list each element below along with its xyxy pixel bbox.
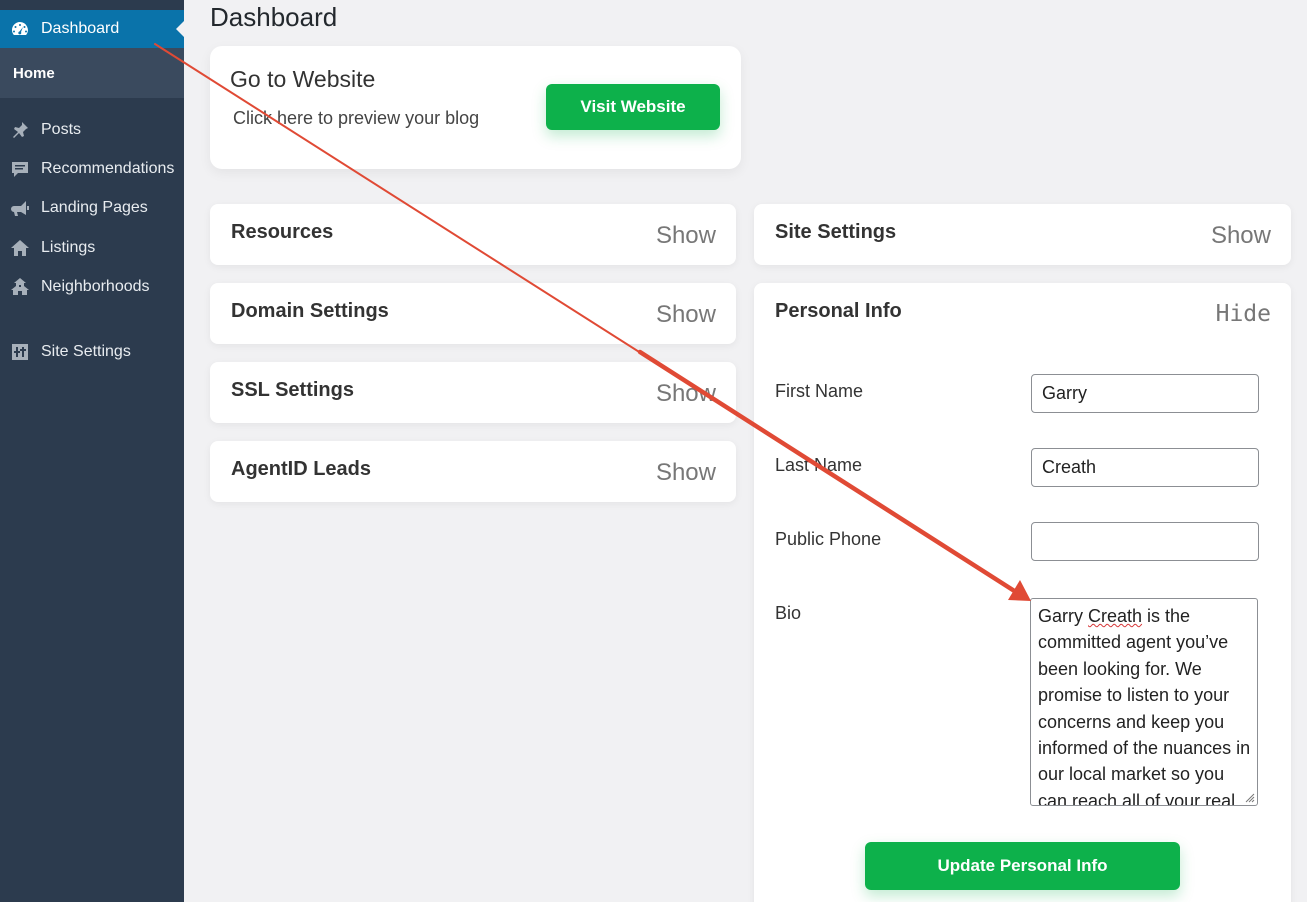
first-name-input[interactable] (1031, 374, 1259, 413)
show-toggle[interactable]: Show (656, 459, 716, 487)
sidebar-submenu: Home (0, 48, 184, 98)
comment-icon (10, 159, 30, 179)
admin-sidebar: Dashboard Home Posts Recommendations Lan… (0, 0, 184, 902)
sidebar-item-label: Neighborhoods (41, 278, 150, 295)
last-name-input[interactable] (1031, 448, 1259, 487)
go-to-website-card: Go to Website Click here to preview your… (210, 46, 741, 169)
public-phone-input[interactable] (1031, 522, 1259, 561)
settings-sliders-icon (10, 342, 30, 362)
panel-title: SSL Settings (231, 379, 354, 401)
bio-label: Bio (775, 603, 802, 623)
sidebar-item-label: Recommendations (41, 160, 175, 177)
sidebar-item-label: Listings (41, 239, 96, 256)
sidebar-item-label: Posts (41, 121, 82, 138)
sidebar-item-neighborhoods[interactable]: Neighborhoods (0, 269, 184, 305)
sidebar-item-label: Dashboard (41, 20, 120, 37)
resize-handle-icon[interactable] (1245, 793, 1255, 803)
site-settings-panel[interactable]: Site Settings Show (754, 204, 1291, 265)
show-toggle[interactable]: Show (656, 301, 716, 329)
bio-textarea[interactable]: Garry Creath is the committed agent you’… (1030, 598, 1258, 806)
sidebar-item-recommendations[interactable]: Recommendations (0, 151, 184, 187)
sidebar-subitem-home[interactable]: Home (0, 48, 184, 82)
panel-title: Resources (231, 221, 334, 243)
page-title: Dashboard (210, 2, 338, 32)
last-name-label: Last Name (775, 455, 863, 475)
public-phone-label: Public Phone (775, 529, 882, 549)
sidebar-item-label: Site Settings (41, 343, 131, 360)
show-toggle[interactable]: Show (656, 380, 716, 408)
sidebar-item-landing-pages[interactable]: Landing Pages (0, 190, 184, 226)
sidebar-item-posts[interactable]: Posts (0, 112, 184, 148)
neighborhood-icon (10, 277, 30, 297)
show-toggle[interactable]: Show (656, 222, 716, 250)
hide-toggle[interactable]: Hide (1216, 301, 1271, 327)
pin-icon (10, 120, 30, 140)
bio-spellcheck-word: Creath (1088, 606, 1143, 626)
panel-title: Personal Info (775, 300, 902, 322)
panel-title: AgentID Leads (231, 458, 372, 480)
sidebar-item-label: Landing Pages (41, 199, 148, 216)
domain-settings-panel[interactable]: Domain Settings Show (210, 283, 736, 344)
dashboard-gauge-icon (10, 19, 30, 39)
megaphone-icon (10, 198, 30, 218)
sidebar-item-dashboard[interactable]: Dashboard (0, 10, 184, 48)
visit-website-button[interactable]: Visit Website (546, 84, 720, 130)
first-name-label: First Name (775, 381, 864, 401)
sidebar-item-listings[interactable]: Listings (0, 230, 184, 266)
sidebar-item-site-settings[interactable]: Site Settings (0, 334, 184, 370)
go-to-website-description: Click here to preview your blog (233, 108, 480, 128)
ssl-settings-panel[interactable]: SSL Settings Show (210, 362, 736, 423)
bio-text-rest: is the committed agent you’ve been looki… (1038, 606, 1251, 806)
resources-panel[interactable]: Resources Show (210, 204, 736, 265)
bio-text-start: Garry (1038, 606, 1089, 626)
panel-title: Domain Settings (231, 300, 389, 322)
agentid-leads-panel[interactable]: AgentID Leads Show (210, 441, 736, 502)
panel-title: Site Settings (775, 221, 897, 243)
go-to-website-title: Go to Website (230, 66, 376, 92)
update-personal-info-button[interactable]: Update Personal Info (865, 842, 1180, 890)
home-icon (10, 238, 30, 258)
show-toggle[interactable]: Show (1211, 222, 1271, 250)
